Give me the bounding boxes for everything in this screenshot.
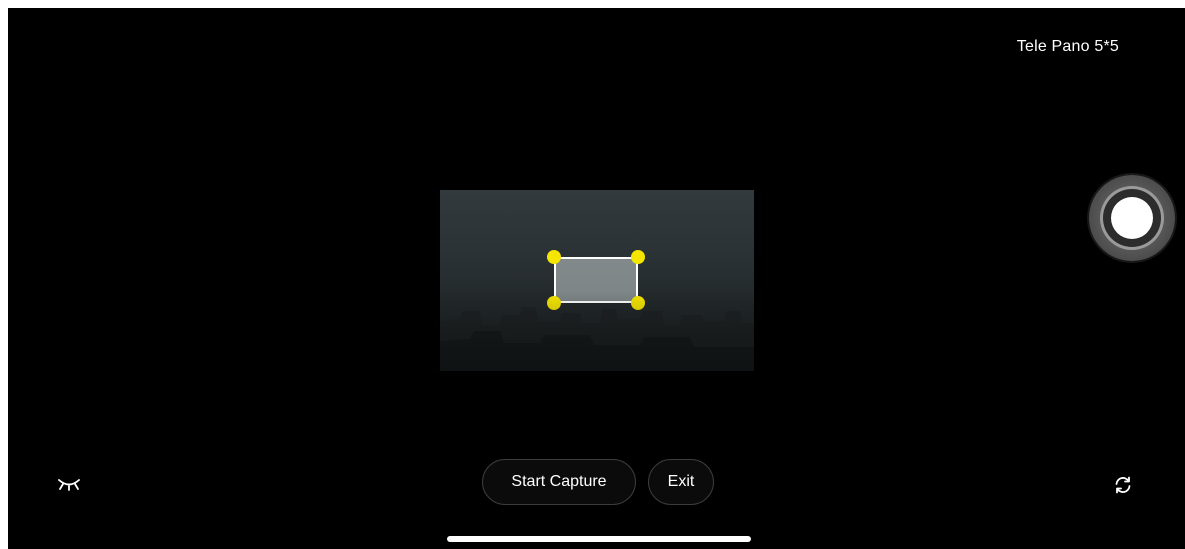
resize-handle-bottom-left[interactable] (547, 296, 561, 310)
resize-handle-bottom-right[interactable] (631, 296, 645, 310)
home-indicator[interactable] (447, 536, 751, 542)
camera-preview (440, 190, 754, 371)
exit-button[interactable]: Exit (648, 459, 714, 505)
resize-handle-top-right[interactable] (631, 250, 645, 264)
resize-handle-top-left[interactable] (547, 250, 561, 264)
start-capture-button[interactable]: Start Capture (482, 459, 636, 505)
eye-closed-icon[interactable] (58, 477, 80, 491)
shutter-icon (1111, 197, 1153, 239)
mode-title: Tele Pano 5*5 (1016, 38, 1119, 55)
capture-region-box[interactable] (554, 257, 638, 303)
shutter-button[interactable] (1089, 175, 1175, 261)
camera-screen: Tele Pano 5*5 Start Capture Exit (8, 8, 1185, 549)
switch-camera-icon[interactable] (1113, 475, 1133, 495)
city-skyline-image (440, 307, 754, 371)
